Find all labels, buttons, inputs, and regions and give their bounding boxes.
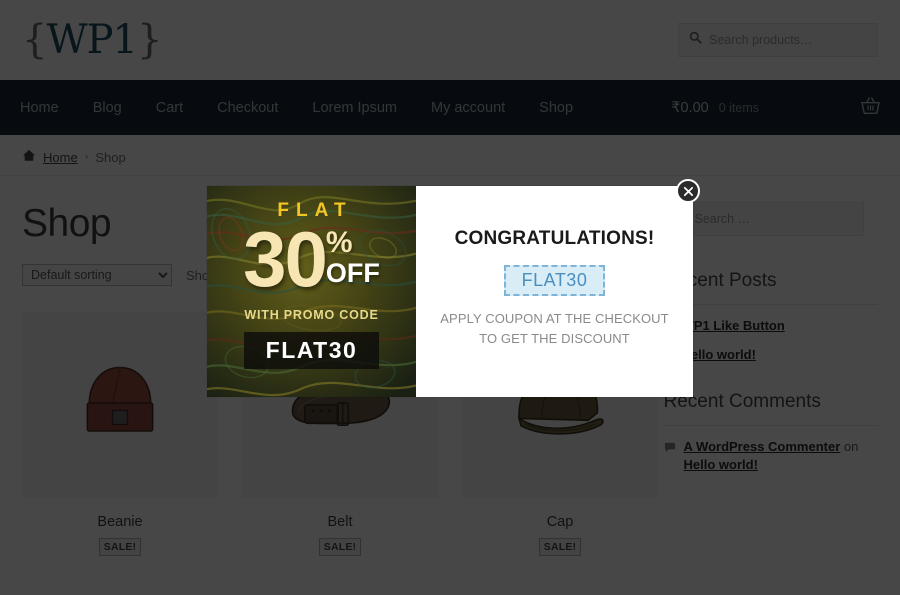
promo-banner-image: FLAT 30 % OFF WITH PROMO CODE FLAT30	[207, 186, 416, 397]
promo-content: FLAT 30 % OFF WITH PROMO CODE FLAT30	[207, 186, 416, 370]
coupon-instruction-text: APPLY COUPON AT THE CHECKOUT TO GET THE …	[440, 311, 669, 346]
promo-amount-group: 30 % OFF	[207, 215, 416, 303]
promo-code-box: FLAT30	[243, 332, 380, 370]
promo-code-text: FLAT30	[265, 337, 358, 364]
coupon-code-value[interactable]: FLAT30	[503, 265, 606, 296]
promo-amount: 30	[243, 215, 328, 303]
coupon-modal-body: CONGRATULATIONS! FLAT30 APPLY COUPON AT …	[416, 186, 693, 397]
coupon-popup-modal: FLAT 30 % OFF WITH PROMO CODE FLAT30 CON…	[207, 179, 700, 397]
promo-percent-symbol: %	[325, 226, 353, 259]
promo-percent-off-group: % OFF	[326, 224, 380, 287]
modal-heading: CONGRATULATIONS!	[454, 228, 655, 249]
promo-off-label: OFF	[325, 258, 380, 288]
close-icon[interactable]	[676, 179, 700, 203]
shop-page: {WP1} Home Blog Cart Checkout Lorem Ipsu…	[0, 0, 900, 595]
promo-with-code-label: WITH PROMO CODE	[244, 308, 379, 323]
